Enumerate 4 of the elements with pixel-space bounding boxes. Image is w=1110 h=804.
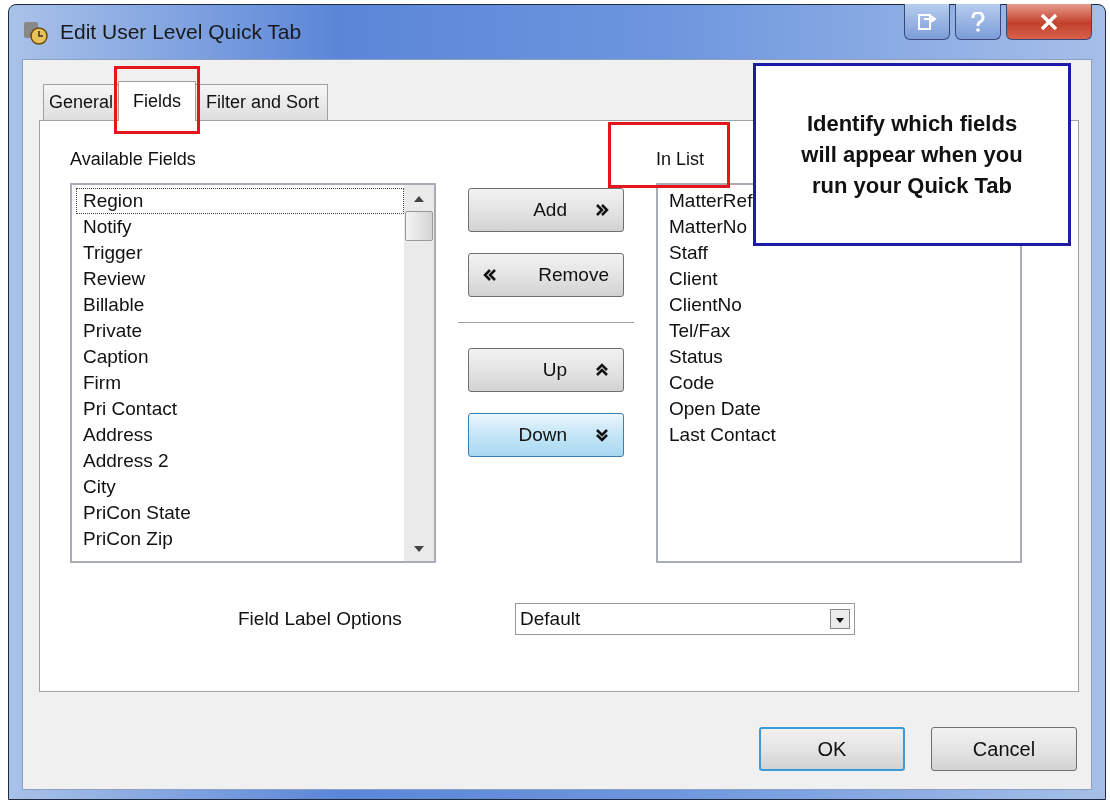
field-label: Field Label Options	[238, 608, 403, 630]
list-label: In List	[656, 149, 705, 171]
list-label: Available Fields	[70, 149, 196, 171]
window-title: Edit User Level Quick Tab	[60, 20, 302, 44]
